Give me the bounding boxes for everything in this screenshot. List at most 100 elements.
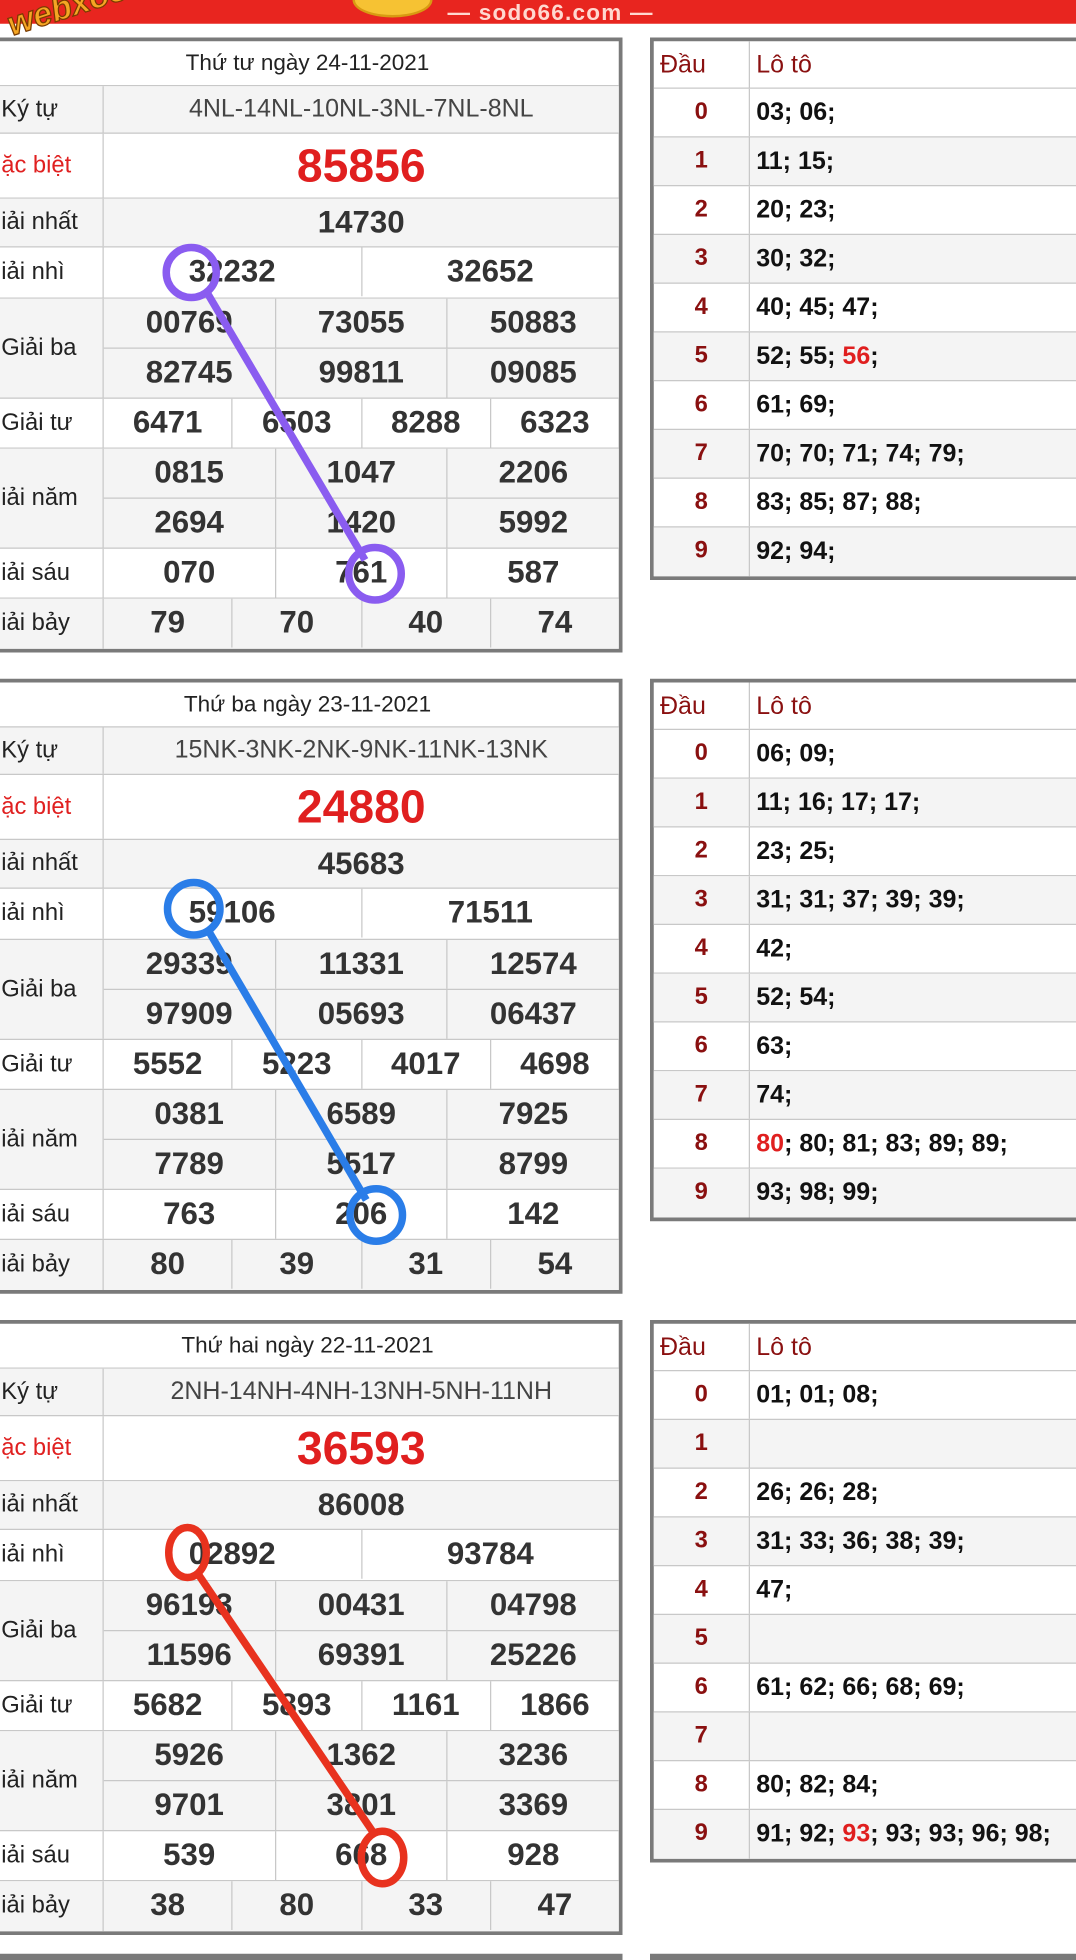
prize-number[interactable]: 1362 [276,1731,448,1780]
prize-number[interactable]: 0815 [104,448,276,498]
prize-number[interactable]: 070 [104,548,276,598]
row-label: Giải tư [0,1681,104,1730]
prize-number[interactable]: 6503 [233,398,362,448]
loto-row: 5 52; 55; 56; [653,332,1076,382]
prize-number[interactable]: 80 [233,1881,362,1930]
prize-number[interactable]: 97909 [104,990,276,1039]
prize-number[interactable]: 7789 [104,1140,276,1189]
prize-number[interactable]: 00769 [104,298,276,348]
prize-number[interactable]: 4698 [491,1040,619,1089]
prize-number[interactable]: 1047 [276,448,448,498]
row-label: iải bảy [0,1881,104,1932]
prize-number[interactable]: 142 [448,1190,619,1239]
prize-number[interactable]: 1866 [491,1681,619,1730]
prize-number[interactable]: 74 [491,599,619,648]
prize-number[interactable]: 587 [448,549,619,598]
prize-number[interactable]: 3236 [448,1731,619,1780]
prize-number[interactable]: 31 [362,1240,491,1289]
dau-header: Đầu [654,1323,750,1370]
prize-number[interactable]: 14730 [104,199,619,248]
prize-number[interactable]: 09085 [448,349,619,398]
prize-number[interactable]: 5517 [276,1140,448,1189]
prize-number[interactable]: 39 [233,1240,362,1289]
prize-number[interactable]: 38 [104,1881,233,1930]
prize-number[interactable]: 33 [362,1881,491,1930]
prize-number[interactable]: 40 [362,598,491,648]
first-prize-row: iải nhất 14730 [0,198,619,248]
special-prize-number[interactable]: 85856 [104,134,619,198]
prize-number[interactable]: 668 [276,1831,448,1880]
prize-number[interactable]: 5893 [233,1681,362,1730]
prize-number[interactable]: 06437 [448,990,619,1039]
prize-number[interactable]: 32232 [104,247,362,297]
prize-number[interactable]: 539 [104,1831,276,1880]
prize-number[interactable]: 5682 [104,1681,233,1730]
special-prize-number[interactable]: 24880 [104,775,619,839]
prize-number[interactable]: 5223 [233,1040,362,1089]
prize-number[interactable]: 93784 [362,1530,619,1579]
prize-number[interactable]: 71511 [362,889,619,938]
prize-number[interactable]: 80 [104,1240,233,1289]
prize-number[interactable]: 763 [104,1190,276,1239]
prize-number[interactable]: 206 [276,1190,448,1239]
prize-number[interactable]: 73055 [276,298,448,348]
prize-number[interactable]: 00431 [276,1581,448,1630]
prize-number[interactable]: 761 [276,548,448,598]
prize-number[interactable]: 54 [491,1240,619,1289]
prize-number[interactable]: 04798 [448,1581,619,1630]
prize-number[interactable]: 6471 [104,398,233,448]
loto-values [750,1420,1076,1468]
loto-row: 1 11; 16; 17; 17; [653,778,1076,828]
loto-header-row: Đầu Lô tô [653,682,1076,730]
prize-number[interactable]: 96193 [104,1581,276,1630]
prize-number[interactable]: 2206 [448,449,619,498]
prize-number[interactable]: 5552 [104,1040,233,1089]
prize-number[interactable]: 1161 [362,1681,491,1730]
prize-subrow: 02892 93784 [104,1530,619,1579]
prize-number[interactable]: 05693 [276,990,448,1039]
prize-number[interactable]: 45683 [104,840,619,889]
prize-number[interactable]: 79 [104,598,233,648]
prize-number[interactable]: 928 [448,1831,619,1880]
site-domain[interactable]: — sodo66.com — [448,0,654,24]
prize-number[interactable]: 3369 [448,1781,619,1830]
prize-number[interactable]: 0381 [104,1090,276,1139]
prize-number[interactable]: 9701 [104,1781,276,1830]
special-prize-number[interactable]: 36593 [104,1416,619,1480]
prize-number[interactable]: 2694 [104,498,276,548]
loto-header-row: Đầu Lô tô [653,41,1076,89]
loto-values-text: 30; 32; [756,245,836,273]
prize-number[interactable]: 7925 [448,1090,619,1139]
prize-number[interactable]: 5992 [448,499,619,548]
prize-number[interactable]: 25226 [448,1631,619,1680]
prize-number[interactable]: 5926 [104,1731,276,1780]
prize-number[interactable]: 6589 [276,1090,448,1139]
prize-number[interactable]: 1420 [276,498,448,548]
prize-number[interactable]: 99811 [276,348,448,398]
prize-number[interactable]: 69391 [276,1631,448,1680]
loto-header: Lô tô [756,692,812,721]
row-label: iải nhất [0,1481,104,1529]
prize-number[interactable]: 29339 [104,940,276,989]
loto-values-text: 47; [756,1576,793,1604]
loto-row: 0 03; 06; [653,88,1076,138]
prize-number[interactable]: 11596 [104,1631,276,1680]
prize-number[interactable]: 50883 [448,299,619,348]
prize-number[interactable]: 6323 [491,399,619,448]
dau-digit: 9 [654,527,750,577]
loto-values-text: 01; 01; 08; [756,1381,879,1409]
prize-number[interactable]: 59106 [104,888,362,938]
dau-digit: 0 [654,1371,750,1419]
prize-number[interactable]: 86008 [104,1481,619,1530]
prize-number[interactable]: 12574 [448,940,619,989]
prize-number[interactable]: 32652 [362,248,619,297]
prize-number[interactable]: 3801 [276,1781,448,1830]
prize-number[interactable]: 02892 [104,1530,362,1579]
prize-number[interactable]: 82745 [104,348,276,398]
prize-number[interactable]: 4017 [362,1040,491,1089]
prize-number[interactable]: 8799 [448,1140,619,1189]
prize-number[interactable]: 47 [491,1881,619,1930]
prize-number[interactable]: 11331 [276,940,448,989]
prize-number[interactable]: 70 [233,598,362,648]
prize-number[interactable]: 8288 [362,398,491,448]
